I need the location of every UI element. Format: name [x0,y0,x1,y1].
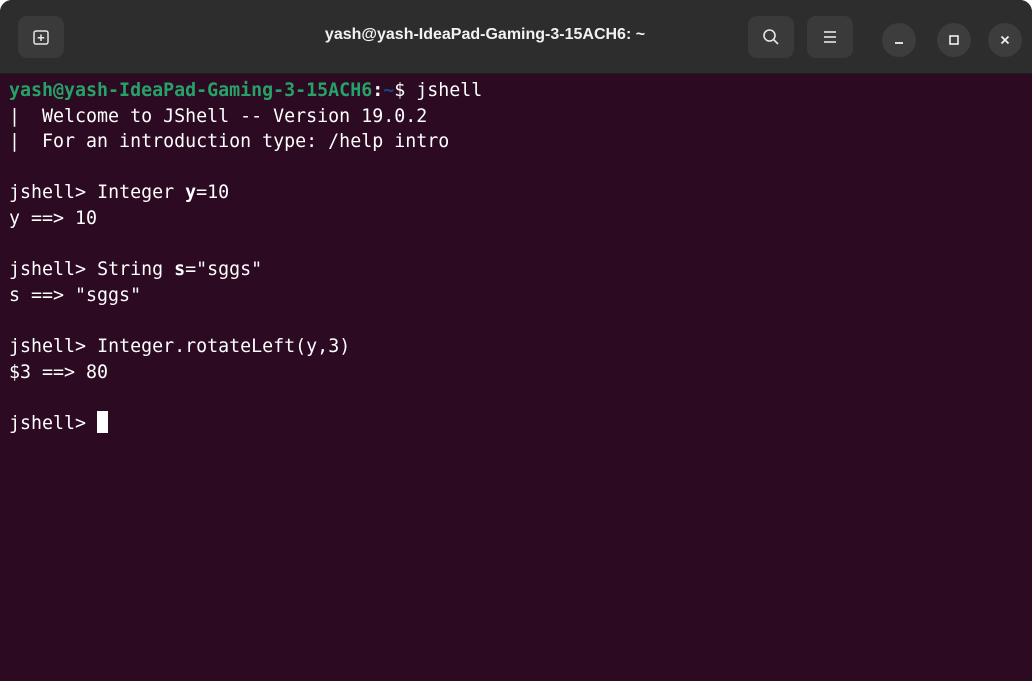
close-button[interactable] [988,23,1022,57]
prompt-user-host: yash@yash-IdeaPad-Gaming-3-15ACH6 [9,80,373,101]
welcome-line: | Welcome to JShell -- Version 19.0.2 [9,105,428,127]
input-rest: =10 [196,182,230,204]
jshell-output-line: $3 ==> 80 [9,361,109,383]
input-variable: y [185,182,197,204]
minimize-button[interactable] [882,23,916,57]
minimize-icon [895,42,903,44]
terminal-output[interactable]: yash@yash-IdeaPad-Gaming-3-15ACH6:~$ jsh… [0,74,1032,681]
prompt-colon: : [372,80,384,101]
jshell-prompt: jshell> [9,182,98,204]
input-expression: Integer.rotateLeft(y,3) [97,335,351,357]
jshell-active-line[interactable]: jshell> [9,410,1032,437]
jshell-prompt: jshell> [9,335,98,357]
jshell-input-line: jshell> Integer.rotateLeft(y,3) [9,334,1032,360]
jshell-input-line: jshell> Integer y=10 [9,180,1032,206]
terminal-window: yash@yash-IdeaPad-Gaming-3-15ACH6: ~ yas… [0,0,1032,681]
search-button[interactable] [748,16,794,58]
prompt-command: $ jshell [394,80,483,101]
prompt-path: ~ [383,80,395,101]
shell-prompt-line: yash@yash-IdeaPad-Gaming-3-15ACH6:~$ jsh… [9,78,1032,104]
jshell-output-line: y ==> 10 [9,207,98,229]
input-variable: s [174,259,186,281]
jshell-output-line: s ==> "sggs" [9,284,142,306]
close-icon [1000,35,1010,45]
hamburger-menu-icon [824,31,836,43]
jshell-prompt: jshell> [9,412,98,434]
menu-button[interactable] [807,16,853,58]
jshell-prompt: jshell> [9,259,98,281]
text-cursor [97,410,109,433]
input-rest: ="sggs" [185,259,263,281]
maximize-icon [949,35,959,45]
title-bar[interactable]: yash@yash-IdeaPad-Gaming-3-15ACH6: ~ [0,0,1032,74]
search-icon [763,29,779,45]
new-tab-button[interactable] [18,16,64,58]
jshell-input-line: jshell> String s="sggs" [9,257,1032,283]
new-tab-icon [33,30,49,45]
window-title: yash@yash-IdeaPad-Gaming-3-15ACH6: ~ [324,26,646,43]
maximize-button[interactable] [937,23,971,57]
input-type: Integer [97,182,186,204]
input-type: String [97,259,175,281]
intro-line: | For an introduction type: /help intro [9,131,450,153]
